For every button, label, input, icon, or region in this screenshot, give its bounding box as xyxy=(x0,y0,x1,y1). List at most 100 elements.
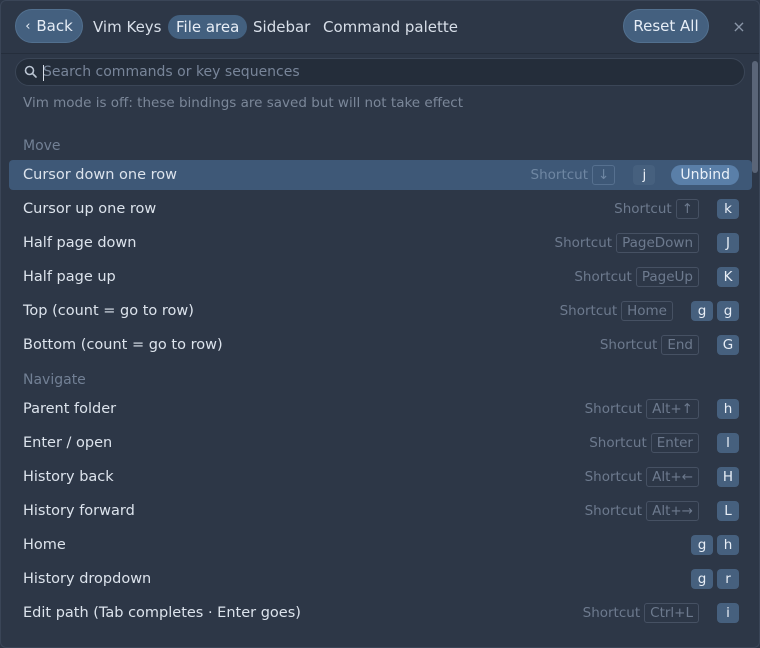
shortcut-label: Shortcut xyxy=(530,167,589,183)
back-button[interactable]: ‹ Back xyxy=(15,9,83,43)
search-field[interactable] xyxy=(15,58,745,86)
vim-key-chip[interactable]: r xyxy=(717,569,739,589)
vim-key-chip[interactable]: g xyxy=(717,301,739,321)
binding-keys-area: Shortcut Ctrl+L i xyxy=(583,598,739,628)
vim-key-sequence: gr xyxy=(691,569,739,589)
binding-label: Half page up xyxy=(23,269,116,285)
vim-key-sequence: L xyxy=(717,501,739,521)
binding-row[interactable]: Home g h xyxy=(9,530,752,560)
vim-key-chip[interactable]: h xyxy=(717,399,739,419)
scrollbar-thumb[interactable] xyxy=(752,61,758,173)
tab-sidebar[interactable]: Sidebar xyxy=(253,15,310,39)
shortcut-label: Shortcut xyxy=(589,435,647,451)
binding-keys-area: Shortcut PageDown J xyxy=(555,228,739,258)
chevron-left-icon: ‹ xyxy=(25,18,31,34)
binding-row[interactable]: History dropdown g r xyxy=(9,564,752,594)
binding-label: History dropdown xyxy=(23,571,152,587)
shortcut-label: Shortcut xyxy=(614,201,672,217)
binding-keys-area: Shortcut End G xyxy=(600,330,739,360)
vim-key-chip[interactable]: k xyxy=(717,199,739,219)
binding-label: History back xyxy=(23,469,114,485)
reset-all-button[interactable]: Reset All xyxy=(623,9,709,43)
shortcut-label: Shortcut xyxy=(584,401,643,417)
unbind-button[interactable]: Unbind xyxy=(671,165,739,185)
vim-key-chip[interactable]: g xyxy=(691,301,713,321)
search-input[interactable] xyxy=(43,59,733,85)
shortcut-key[interactable]: Home xyxy=(621,301,673,321)
shortcut-key[interactable]: End xyxy=(661,335,699,355)
shortcut-key[interactable]: Alt+→ xyxy=(646,501,699,521)
shortcut-label: Shortcut xyxy=(574,269,632,285)
binding-row[interactable]: Edit path (Tab completes · Enter goes) Sh… xyxy=(9,598,752,628)
binding-row[interactable]: Cursor up one row Shortcut ↑ k xyxy=(9,194,752,224)
shortcut-label: Shortcut xyxy=(554,235,613,251)
vim-key-chip[interactable]: G xyxy=(717,335,739,355)
section-heading: Move xyxy=(23,138,61,154)
vim-key-sequence: k xyxy=(717,199,739,219)
binding-label: Half page down xyxy=(23,235,137,251)
binding-label: Home xyxy=(23,537,66,553)
vim-key-chip[interactable]: H xyxy=(717,467,739,487)
binding-label: History forward xyxy=(23,503,135,519)
binding-keys-area: Shortcut Alt+↑ h xyxy=(585,394,739,424)
vim-keys-window: ‹ Back Vim Keys File area Sidebar Comman… xyxy=(0,0,760,648)
binding-keys-area: Shortcut PageUp K xyxy=(574,262,739,292)
vim-key-chip[interactable]: g xyxy=(691,535,713,555)
binding-keys-area: Shortcut ↑ k xyxy=(614,194,739,224)
binding-label: Enter / open xyxy=(23,435,113,451)
vim-key-sequence: J xyxy=(717,233,739,253)
binding-row[interactable]: Top (count = go to row) Shortcut Home g g xyxy=(9,296,752,326)
shortcut-label: Shortcut xyxy=(584,503,643,519)
binding-row[interactable]: History forward Shortcut Alt+→ L xyxy=(9,496,752,526)
binding-label: Cursor down one row xyxy=(23,167,177,183)
shortcut-label: Shortcut xyxy=(584,469,643,485)
vim-key-sequence: j xyxy=(633,165,656,185)
binding-row[interactable]: Half page down Shortcut PageDown J xyxy=(9,228,752,258)
tab-command-palette[interactable]: Command palette xyxy=(323,15,458,39)
binding-row[interactable]: Enter / open Shortcut Enter l xyxy=(9,428,752,458)
shortcut-key[interactable]: ↑ xyxy=(675,199,699,219)
vim-key-sequence: K xyxy=(717,267,739,287)
back-button-label: Back xyxy=(36,17,73,35)
binding-row[interactable]: History back Shortcut Alt+← H xyxy=(9,462,752,492)
binding-row[interactable]: Bottom (count = go to row) Shortcut End G xyxy=(9,330,752,360)
shortcut-label: Shortcut xyxy=(559,303,618,319)
vim-key-sequence: h xyxy=(717,399,739,419)
vim-key-sequence: i xyxy=(717,603,739,623)
vim-mode-notice: Vim mode is off: these bindings are save… xyxy=(23,95,464,111)
text-caret xyxy=(43,65,44,81)
binding-keys-area: Shortcut Enter l xyxy=(589,428,739,458)
vim-key-sequence: H xyxy=(717,467,739,487)
vim-key-chip[interactable]: j xyxy=(633,165,656,185)
vim-key-sequence: l xyxy=(717,433,739,453)
vim-key-chip[interactable]: h xyxy=(717,535,739,555)
binding-label: Parent folder xyxy=(23,401,117,417)
shortcut-key[interactable]: Enter xyxy=(650,433,699,453)
binding-label: Cursor up one row xyxy=(23,201,157,217)
close-icon[interactable]: × xyxy=(729,15,749,39)
vim-key-chip[interactable]: g xyxy=(691,569,713,589)
binding-row[interactable]: Parent folder Shortcut Alt+↑ h xyxy=(9,394,752,424)
vim-key-sequence: gg xyxy=(691,301,739,321)
shortcut-key[interactable]: PageUp xyxy=(635,267,699,287)
shortcut-key[interactable]: Alt+↑ xyxy=(646,399,699,419)
scrollbar[interactable] xyxy=(751,55,759,647)
top-bar: ‹ Back Vim Keys File area Sidebar Comman… xyxy=(1,1,759,54)
vim-key-chip[interactable]: l xyxy=(717,433,739,453)
binding-label: Edit path (Tab completes · Enter goes) xyxy=(23,605,301,621)
shortcut-key[interactable]: Ctrl+L xyxy=(644,603,699,623)
shortcut-key[interactable]: Alt+← xyxy=(646,467,699,487)
vim-key-chip[interactable]: J xyxy=(717,233,739,253)
vim-key-chip[interactable]: i xyxy=(717,603,739,623)
shortcut-key[interactable]: ↓ xyxy=(592,165,616,185)
binding-row[interactable]: Cursor down one row Shortcut ↓ j Unbind xyxy=(9,160,752,190)
binding-row[interactable]: Half page up Shortcut PageUp K xyxy=(9,262,752,292)
binding-keys-area: Shortcut Alt+← H xyxy=(585,462,739,492)
shortcut-key[interactable]: PageDown xyxy=(616,233,699,253)
tab-file-area[interactable]: File area xyxy=(168,15,248,39)
shortcut-label: Shortcut xyxy=(582,605,641,621)
vim-key-chip[interactable]: K xyxy=(717,267,739,287)
vim-key-chip[interactable]: L xyxy=(717,501,739,521)
section-heading: Navigate xyxy=(23,372,86,388)
search-icon xyxy=(24,65,37,78)
